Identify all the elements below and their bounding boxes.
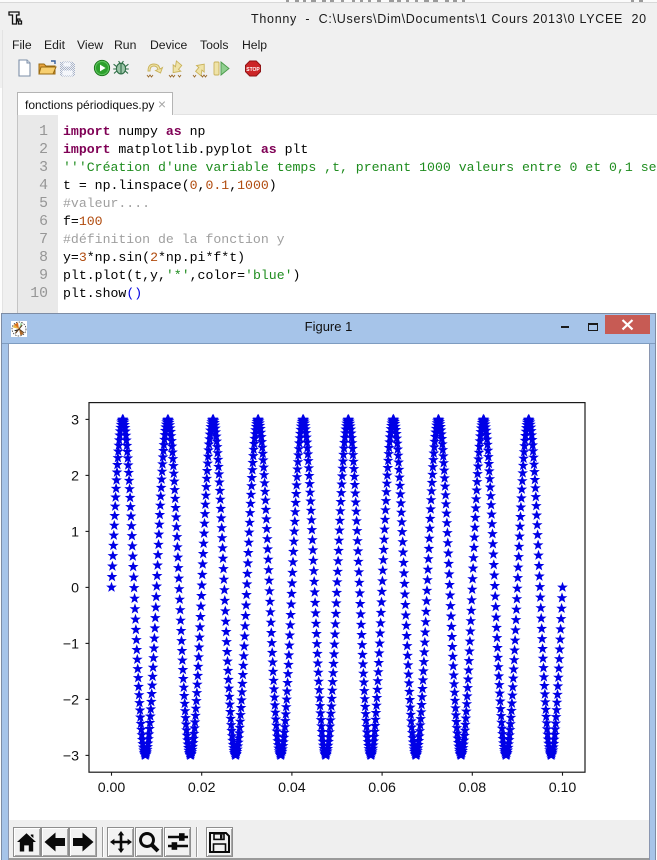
svg-text:−2: −2 (63, 693, 79, 709)
svg-text:3: 3 (71, 413, 79, 429)
svg-text:−3: −3 (63, 749, 79, 765)
svg-text:0.10: 0.10 (549, 780, 577, 796)
svg-text:0.02: 0.02 (188, 780, 216, 796)
svg-text:2: 2 (71, 469, 79, 485)
svg-text:1: 1 (71, 525, 79, 541)
svg-text:STOP: STOP (246, 67, 260, 73)
svg-text:0.06: 0.06 (368, 780, 396, 796)
svg-text:−1: −1 (63, 637, 79, 653)
svg-text:0.00: 0.00 (98, 780, 126, 796)
svg-text:0.04: 0.04 (278, 780, 306, 796)
svg-text:0.08: 0.08 (458, 780, 486, 796)
svg-text:0: 0 (71, 581, 79, 597)
